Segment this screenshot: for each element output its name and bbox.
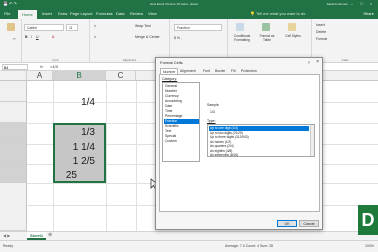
tab-insert[interactable]: Insert: [42, 11, 52, 16]
cell-b4[interactable]: 1/3: [55, 127, 95, 138]
tell-me-search[interactable]: 💡 Tell me what you want to do: [250, 11, 305, 16]
number-tab-panel: Category: General Number Currency Accoun…: [159, 74, 320, 212]
sheet-tab-sheet1[interactable]: Sheet1: [27, 232, 47, 240]
font-name-select[interactable]: Calibri: [24, 24, 64, 31]
column-header-a[interactable]: A: [27, 71, 53, 81]
title-bar: 💾 ↶ ↷ How Excel Chrome 10 Gans - Excel S…: [0, 0, 378, 8]
row-header[interactable]: [0, 144, 27, 164]
quick-access-toolbar[interactable]: 💾 ↶ ↷: [3, 1, 17, 6]
help-icon[interactable]: ?: [308, 60, 310, 65]
share-button[interactable]: Share: [363, 11, 374, 16]
close-icon[interactable]: ×: [316, 59, 319, 65]
cell-styles-button[interactable]: Cell Styles: [284, 34, 302, 38]
select-all-corner[interactable]: [0, 71, 27, 81]
category-list[interactable]: General Number Currency Accounting Date …: [162, 82, 200, 162]
fx-icon[interactable]: fx: [40, 64, 43, 69]
tab-data[interactable]: Data: [116, 11, 124, 16]
user-name: Sascha Hennen: [326, 2, 348, 6]
cancel-button[interactable]: Cancel: [299, 220, 319, 227]
ok-button[interactable]: OK: [277, 220, 297, 227]
tab-draw[interactable]: Draw: [58, 11, 67, 16]
formula-input[interactable]: =1/3: [50, 64, 58, 69]
format-as-table-button[interactable]: Format as Table: [256, 34, 278, 42]
column-header-b[interactable]: B: [53, 71, 106, 81]
delete-cells-button[interactable]: Delete: [316, 30, 326, 34]
conditional-formatting-button[interactable]: Conditional Formatting: [230, 34, 254, 42]
gridline: [106, 81, 107, 231]
sheet-nav-arrows[interactable]: ◀ ▶: [3, 233, 10, 238]
cell-b5[interactable]: 1 1/4: [55, 142, 95, 153]
zoom-level[interactable]: 100%: [365, 244, 374, 248]
accounting-format-icon[interactable]: $ % ,: [174, 36, 182, 40]
tab-review[interactable]: Review: [130, 11, 143, 16]
tab-file[interactable]: File: [4, 11, 10, 16]
category-label: Category:: [162, 77, 178, 81]
row-header[interactable]: [0, 81, 27, 102]
wrap-text-button[interactable]: Wrap Text: [135, 24, 151, 28]
dialog-title: Format Cells: [160, 60, 183, 65]
window-controls[interactable]: – □ ×: [351, 1, 375, 6]
type-label: Type:: [207, 119, 216, 123]
category-item[interactable]: Custom: [164, 139, 199, 144]
logo: D: [358, 205, 378, 235]
name-box[interactable]: B4: [2, 64, 28, 70]
bold-button[interactable]: B: [25, 35, 28, 39]
status-stats: Average: 7.0 Count: 4 Sum: 28: [225, 244, 273, 248]
tab-page-layout[interactable]: Page Layout: [70, 11, 92, 16]
add-sheet-icon[interactable]: ⊕: [48, 232, 52, 238]
format-as-table-icon[interactable]: [262, 23, 270, 31]
column-header-c[interactable]: C: [106, 71, 136, 81]
cell-b2[interactable]: 1/4: [55, 97, 95, 108]
cell-b7[interactable]: 25: [55, 170, 77, 181]
tab-formulas[interactable]: Formulas: [96, 11, 113, 16]
italic-button[interactable]: I: [31, 35, 32, 39]
format-cells-dialog: Format Cells ? × Number Alignment Font B…: [155, 57, 323, 230]
status-ready: Ready: [3, 244, 14, 248]
font-size-select[interactable]: 11: [66, 24, 78, 31]
cell-b6[interactable]: 1 2/5: [55, 156, 95, 167]
font-group-label: Font: [52, 58, 59, 62]
format-cells-button[interactable]: Format: [316, 37, 327, 41]
type-item[interactable]: As sixteenths (8/16): [209, 153, 309, 158]
tab-home[interactable]: Home: [18, 10, 37, 19]
ribbon-tabs: File Home Insert Draw Page Layout Formul…: [0, 8, 378, 19]
row-header[interactable]: [0, 102, 27, 123]
tell-me-label: Tell me what you want to do: [256, 11, 306, 16]
conditional-formatting-icon[interactable]: [236, 23, 244, 31]
insert-cells-button[interactable]: Insert: [316, 23, 325, 27]
align-top-icon[interactable]: ≡: [94, 24, 96, 28]
cut-icon[interactable]: ✂: [13, 37, 16, 41]
sample-value: 1/3: [210, 110, 215, 114]
gridline: [136, 81, 137, 231]
font-color-icon[interactable]: A: [52, 35, 54, 39]
align-left-icon[interactable]: ≡: [94, 35, 96, 39]
clipboard-group: ✂: [0, 19, 22, 63]
tab-view[interactable]: View: [148, 11, 157, 16]
sheet-tabs-bar: ◀ ▶ Sheet1 ⊕: [0, 231, 378, 240]
status-bar: Ready Average: 7.0 Count: 4 Sum: 28 100%: [0, 240, 378, 252]
merge-center-button[interactable]: Merge & Center: [135, 35, 160, 39]
row-header[interactable]: [0, 123, 27, 144]
number-format-select[interactable]: Fraction: [174, 24, 222, 31]
row-header[interactable]: [0, 164, 27, 183]
sample-label: Sample: [207, 103, 219, 107]
type-list[interactable]: Up to one digit (1/4) Up to two digits (…: [207, 124, 315, 157]
type-list-scrollbar[interactable]: [310, 125, 314, 156]
paste-icon[interactable]: [7, 23, 15, 31]
underline-button[interactable]: U: [36, 35, 39, 39]
row-header[interactable]: [0, 183, 27, 231]
cell-styles-icon[interactable]: [288, 23, 296, 31]
window-title: How Excel Chrome 10 Gans - Excel: [150, 2, 198, 6]
font-group: Calibri 11 B I U A Font: [22, 19, 90, 63]
